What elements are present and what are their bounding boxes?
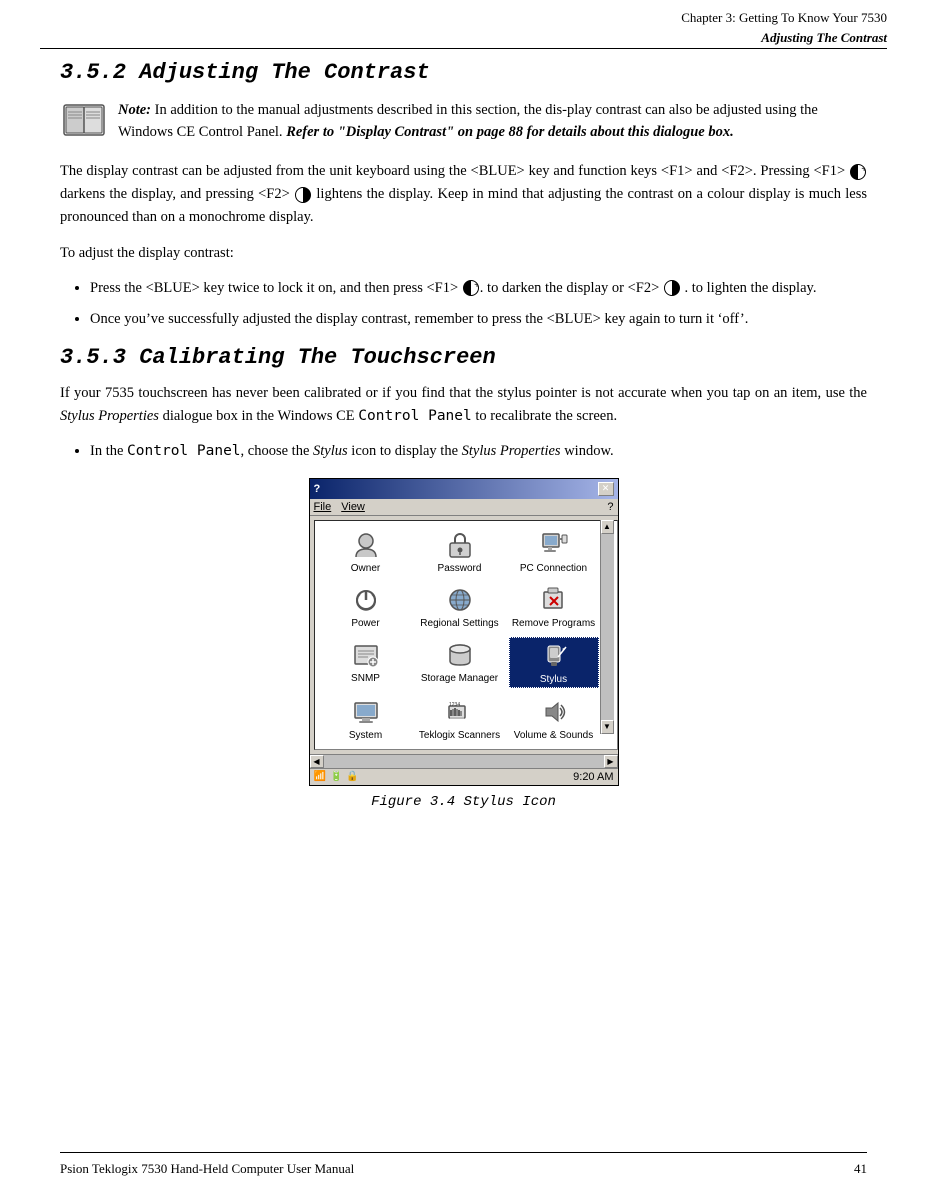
horizontal-scrollbar[interactable]: ◀ ▶ [310, 754, 618, 768]
power-icon [350, 584, 382, 616]
figure-container: ? ✕ File View ? [60, 478, 867, 810]
scroll-up-arrow[interactable]: ▲ [601, 520, 614, 534]
icon-remove-programs[interactable]: Remove Programs [509, 582, 599, 631]
icon-owner[interactable]: Owner [321, 527, 411, 576]
footer-page-number: 41 [854, 1161, 867, 1177]
remove-programs-icon [538, 584, 570, 616]
page-header: Chapter 3: Getting To Know Your 7530 Adj… [427, 0, 927, 51]
section-352-heading: 3.5.2 Adjusting The Contrast [60, 60, 867, 85]
icon-password[interactable]: Password [415, 527, 505, 576]
status-icon-3: 🔒 [346, 771, 358, 782]
power-label: Power [351, 618, 379, 629]
stylus-label: Stylus [540, 674, 567, 685]
status-icon-2: 🔋 [330, 771, 342, 782]
note-bold-text: Refer to "Display Contrast" on page 88 f… [286, 124, 734, 140]
scroll-left-arrow[interactable]: ◀ [310, 755, 324, 768]
note-box: Note: In addition to the manual adjustme… [60, 99, 867, 144]
main-content: 3.5.2 Adjusting The Contrast Note: In ad… [60, 60, 867, 824]
icon-regional[interactable]: Regional Settings [415, 582, 505, 631]
scroll-track [601, 534, 614, 720]
system-label: System [349, 730, 382, 741]
light-circle-icon [295, 187, 311, 203]
window-menubar: File View ? [310, 499, 618, 516]
icon-volume-sounds[interactable]: Volume & Sounds [509, 694, 599, 743]
page-footer: Psion Teklogix 7530 Hand-Held Computer U… [60, 1152, 867, 1177]
password-label: Password [438, 563, 482, 574]
snmp-label: SNMP [351, 673, 380, 684]
status-icons: 📶 🔋 🔒 [314, 771, 359, 782]
window-title-buttons: ✕ [598, 482, 614, 496]
teklogix-scanners-icon: 1234 [444, 696, 476, 728]
pc-connection-label: PC Connection [520, 563, 587, 574]
remove-programs-label: Remove Programs [512, 618, 595, 629]
body-para-353: If your 7535 touchscreen has never been … [60, 382, 867, 428]
icon-stylus[interactable]: Stylus [509, 637, 599, 688]
calibrate-bullet-1: In the Control Panel, choose the Stylus … [90, 440, 867, 463]
regional-label: Regional Settings [420, 618, 498, 629]
icon-storage-manager[interactable]: Storage Manager [415, 637, 505, 688]
status-icon-1: 📶 [314, 771, 326, 782]
system-icon [350, 696, 382, 728]
icon-system[interactable]: System [321, 694, 411, 743]
footer-manual-title: Psion Teklogix 7530 Hand-Held Computer U… [60, 1161, 354, 1177]
password-icon [444, 529, 476, 561]
figure-caption: Figure 3.4 Stylus Icon [371, 794, 556, 810]
regional-icon [444, 584, 476, 616]
stylus-icon [538, 640, 570, 672]
owner-label: Owner [351, 563, 380, 574]
window-title: ? [314, 483, 321, 495]
volume-sounds-icon [538, 696, 570, 728]
pc-connection-icon [538, 529, 570, 561]
window-titlebar: ? ✕ [310, 479, 618, 499]
status-time: 9:20 AM [573, 771, 613, 783]
teklogix-scanners-label: Teklogix Scanners [419, 730, 500, 741]
note-label: Note: [118, 102, 151, 118]
calibrate-bullet-list: In the Control Panel, choose the Stylus … [90, 440, 867, 463]
header-divider [40, 48, 887, 49]
bullet-item-1: Press the <BLUE> key twice to lock it on… [90, 277, 867, 300]
note-text: Note: In addition to the manual adjustme… [118, 99, 867, 144]
menu-help[interactable]: ? [607, 501, 613, 513]
icon-snmp[interactable]: SNMP [321, 637, 411, 688]
menu-view[interactable]: View [341, 501, 365, 513]
book-icon [60, 101, 108, 139]
header-section-title: Adjusting The Contrast [427, 28, 887, 48]
body-para-2: To adjust the display contrast: [60, 242, 867, 265]
svg-text:1234: 1234 [449, 702, 460, 708]
snmp-icon [350, 639, 382, 671]
body-para-1: The display contrast can be adjusted fro… [60, 160, 867, 230]
owner-icon [350, 529, 382, 561]
chapter-line: Chapter 3: Getting To Know Your 7530 [427, 8, 887, 28]
icon-power[interactable]: Power [321, 582, 411, 631]
contrast-bullet-list: Press the <BLUE> key twice to lock it on… [90, 277, 867, 331]
vertical-scrollbar[interactable]: ▲ ▼ [600, 520, 614, 734]
scroll-down-arrow[interactable]: ▼ [601, 720, 614, 734]
bullet-dark-icon [463, 280, 479, 296]
window-close-btn[interactable]: ✕ [598, 482, 614, 496]
dark-circle-icon [850, 164, 866, 180]
hscroll-track [324, 755, 604, 768]
bullet-light-icon [664, 280, 680, 296]
section-353-heading: 3.5.3 Calibrating The Touchscreen [60, 345, 867, 370]
control-panel-window: ? ✕ File View ? [309, 478, 619, 786]
menu-file[interactable]: File [314, 501, 332, 513]
storage-manager-icon [444, 639, 476, 671]
scroll-right-arrow[interactable]: ▶ [604, 755, 618, 768]
window-icon-grid: Owner Password [314, 520, 618, 750]
volume-sounds-label: Volume & Sounds [514, 730, 594, 741]
window-statusbar: 📶 🔋 🔒 9:20 AM [310, 768, 618, 785]
storage-manager-label: Storage Manager [421, 673, 498, 684]
bullet-item-2: Once you’ve successfully adjusted the di… [90, 308, 867, 331]
icon-teklogix-scanners[interactable]: 1234 Teklogix Scanners [415, 694, 505, 743]
window-content-area: Owner Password [310, 516, 618, 754]
icon-pc-connection[interactable]: PC Connection [509, 527, 599, 576]
